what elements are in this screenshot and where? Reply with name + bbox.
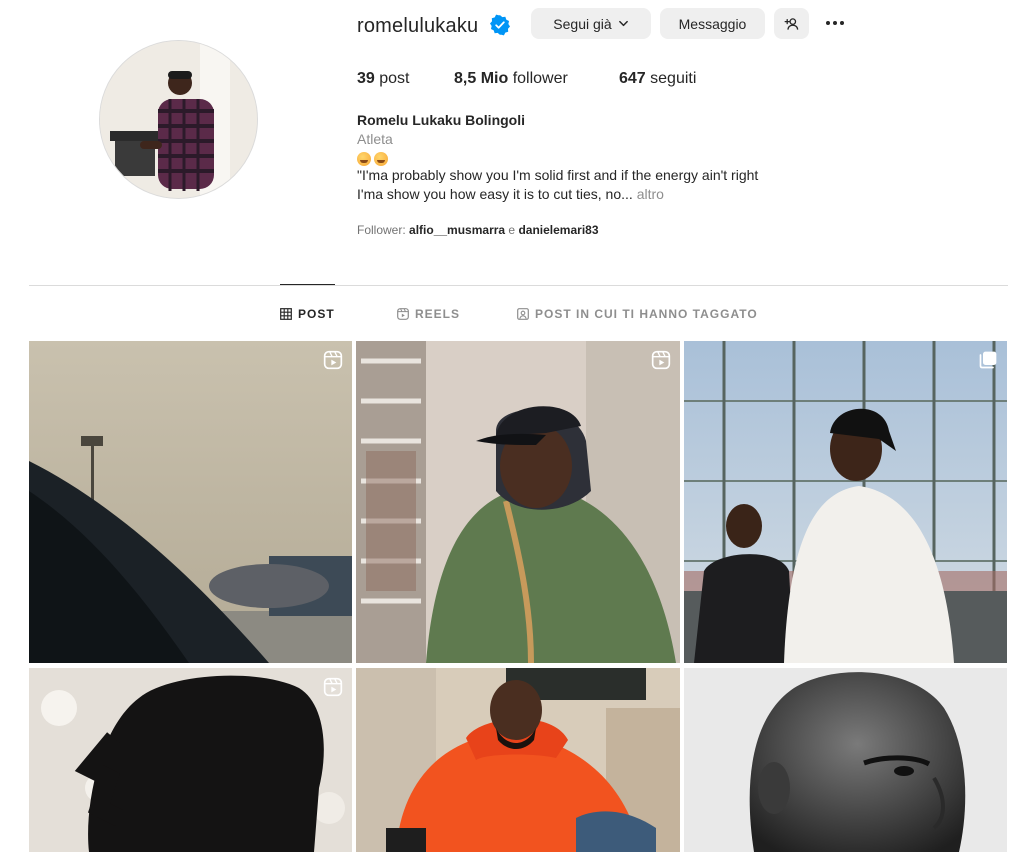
reel-badge-icon: [323, 677, 343, 697]
tab-posts[interactable]: POST: [280, 306, 335, 322]
bio-text-line2: I'ma show you how easy it is to cut ties…: [357, 186, 664, 202]
tagged-icon: [517, 308, 529, 320]
tab-reels[interactable]: REELS: [397, 306, 460, 322]
post-thumbnail[interactable]: [29, 668, 352, 852]
smiling-face-icon: [357, 152, 371, 167]
message-button[interactable]: Messaggio: [660, 8, 765, 39]
post-image-green-jacket: [356, 341, 680, 663]
reel-badge-icon: [651, 350, 671, 370]
suggested-users-button[interactable]: [774, 8, 809, 39]
profile-full-name: Romelu Lukaku Bolingoli: [357, 112, 526, 128]
post-thumbnail[interactable]: [29, 341, 352, 663]
post-thumbnail[interactable]: [356, 668, 680, 852]
ellipsis-icon: [825, 21, 830, 25]
followed-by-user[interactable]: danielemari83: [518, 223, 598, 237]
tab-tagged[interactable]: POST IN CUI TI HANNO TAGGATO: [517, 306, 758, 322]
active-tab-indicator: [280, 284, 335, 285]
more-options-button[interactable]: [820, 12, 850, 34]
bio-more-link[interactable]: altro: [637, 186, 664, 202]
post-thumbnail[interactable]: [684, 341, 1007, 663]
bio-text-line2-content: I'ma show you how easy it is to cut ties…: [357, 186, 633, 202]
chevron-down-icon: [618, 20, 628, 27]
followers-link[interactable]: 8,5 Mio follower: [454, 70, 568, 88]
reel-badge-icon: [323, 350, 343, 370]
following-button-label: Segui già: [553, 15, 612, 32]
profile-username: romelulukaku: [357, 15, 479, 37]
profile-category: Atleta: [357, 131, 393, 147]
profile-avatar[interactable]: [99, 40, 258, 199]
post-image-fence: [684, 341, 1007, 663]
following-link[interactable]: 647 seguiti: [619, 70, 696, 88]
post-image-portrait-bw: [684, 668, 1007, 852]
verified-badge-icon: [489, 14, 511, 36]
carousel-badge-icon: [979, 351, 997, 369]
post-thumbnail[interactable]: [684, 668, 1007, 852]
followed-by-user[interactable]: alfio__musmarra: [409, 223, 505, 237]
post-image-orange-jacket: [356, 668, 680, 852]
person-plus-icon: [784, 17, 798, 30]
following-button[interactable]: Segui già: [531, 8, 651, 39]
bio-emojis: [357, 150, 391, 167]
posts-count: 39 post: [357, 70, 410, 87]
reels-icon: [397, 308, 409, 320]
post-image-silhouette: [29, 668, 352, 852]
tabs-divider: [29, 285, 1008, 286]
post-image-airport: [29, 341, 352, 663]
smiling-face-icon: [374, 152, 388, 167]
message-button-label: Messaggio: [678, 15, 747, 32]
followed-by[interactable]: Follower: alfio__musmarra e danielemari8…: [357, 223, 599, 237]
bio-text-line1: "I'ma probably show you I'm solid first …: [357, 167, 759, 183]
avatar-photo: [100, 41, 257, 198]
grid-icon: [280, 308, 292, 320]
post-thumbnail[interactable]: [356, 341, 680, 663]
